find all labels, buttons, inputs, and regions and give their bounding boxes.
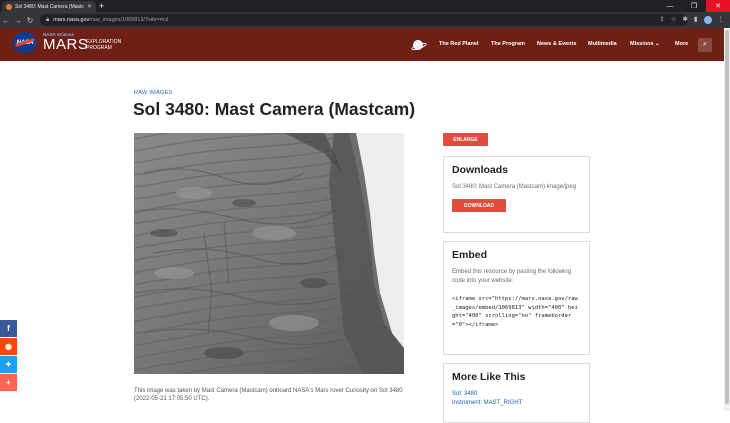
brand-mars-label[interactable]: MARS [43,37,88,52]
extensions-icon[interactable]: ✱ [682,14,687,26]
toolbar-icons: ⇪ ☆ ✱ ▮ ⋮ [659,14,724,26]
more-link-instrument[interactable]: Instrument: MAST_RIGHT [452,399,581,408]
site-header: NASA NASA Science MARS EXPLORATION PROGR… [0,28,724,61]
bookmark-star-icon[interactable]: ☆ [671,14,677,26]
image-caption: This image was taken by Mast Camera (Mas… [134,388,403,402]
enlarge-button[interactable]: ENLARGE [443,133,488,146]
more-link-sol[interactable]: Sol: 3480 [452,390,581,399]
share-page-icon[interactable]: ⇪ [659,14,664,26]
profile-avatar[interactable] [703,16,712,24]
menu-kebab-icon[interactable]: ⋮ [718,14,725,26]
nav-the-program[interactable]: The Program [491,41,525,47]
tab-title: Sol 3480: Mast Camera (Mastcam) [15,3,84,10]
more-like-this-panel: More Like This Sol: 3480 Instrument: MAS… [443,363,590,423]
nav-news-events[interactable]: News & Events [537,41,576,47]
search-icon: ⌕ [703,41,707,48]
minimize-button[interactable]: — [658,0,682,12]
brand-program-label: EXPLORATION PROGRAM [86,39,122,51]
window-controls: — ❐ ✕ [658,0,730,12]
browser-tab[interactable]: Sol 3480: Mast Camera (Mastcam) ✕ [2,1,96,12]
back-button[interactable]: ← [0,16,12,25]
browser-toolbar: ← → ↻ 🔒︎ mars.nasa.gov/raw_images/106981… [0,12,730,28]
share-icon: + [6,378,11,387]
more-share-button[interactable]: + [0,374,17,391]
embed-description: Embed this resource by pasting the follo… [452,269,572,284]
lock-icon: 🔒︎ [46,16,50,23]
nav-more[interactable]: More [675,41,688,47]
embed-heading: Embed [452,249,488,261]
more-like-this-heading: More Like This [452,371,526,383]
facebook-icon: f [7,324,10,333]
new-tab-button[interactable]: + [99,1,104,11]
nasa-logo[interactable]: NASA [13,32,37,53]
facebook-share-button[interactable]: f [0,320,17,337]
page-title: Sol 3480: Mast Camera (Mastcam) [133,99,416,119]
favicon-icon [6,3,12,10]
downloads-description: Sol 3480: Mast Camera (Mastcam) image/jp… [452,184,577,190]
nav-red-planet[interactable]: The Red Planet [439,41,479,47]
url-text: mars.nasa.gov/raw_images/1069813/?site=m… [53,17,169,23]
nav-multimedia[interactable]: Multimedia [588,41,617,47]
embed-code[interactable]: <iframe src="https://mars.nasa.gov/raw_i… [452,295,581,329]
close-window-button[interactable]: ✕ [706,0,730,12]
downloads-heading: Downloads [452,164,509,176]
browser-tabbar: Sol 3480: Mast Camera (Mastcam) ✕ + — ❐ … [0,0,730,12]
reddit-icon: ◉ [5,342,12,351]
search-button[interactable]: ⌕ [698,38,712,52]
planet-icon[interactable] [413,40,423,50]
forward-button[interactable]: → [12,16,24,25]
scrollbar-thumb[interactable] [725,30,729,404]
mastcam-raw-image[interactable] [134,133,404,374]
address-bar[interactable]: 🔒︎ mars.nasa.gov/raw_images/1069813/?sit… [40,14,688,26]
maximize-button[interactable]: ❐ [682,0,706,12]
rock-outcrop-image [134,133,404,374]
downloads-panel: Downloads Sol 3480: Mast Camera (Mastcam… [443,156,590,233]
twitter-share-button[interactable]: ✦ [0,356,17,373]
breadcrumb-raw-images[interactable]: RAW IMAGES [134,90,173,96]
tab-close-icon[interactable]: ✕ [87,3,92,10]
embed-panel: Embed Embed this resource by pasting the… [443,241,590,355]
download-button[interactable]: DOWNLOAD [452,199,506,212]
twitter-icon: ✦ [5,360,12,369]
reddit-share-button[interactable]: ◉ [0,338,17,355]
sidepanel-icon[interactable]: ▮ [694,14,698,26]
reload-button[interactable]: ↻ [24,16,36,25]
nav-missions[interactable]: Missions ⌄ [630,41,660,47]
